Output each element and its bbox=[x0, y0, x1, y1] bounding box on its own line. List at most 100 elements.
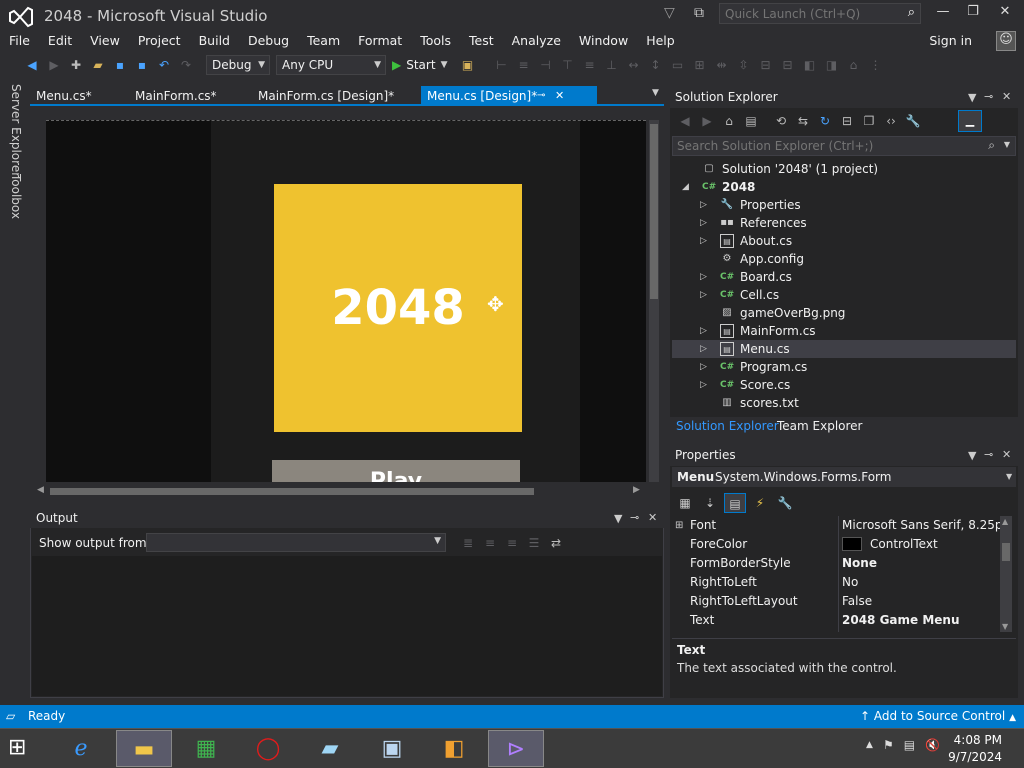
property-value[interactable]: ControlText bbox=[842, 535, 938, 554]
new-project-icon[interactable]: ✚ bbox=[66, 55, 86, 75]
properties-view-icon[interactable]: ▤ bbox=[724, 493, 746, 513]
navigate-forward-icon[interactable]: ▶ bbox=[44, 55, 64, 75]
back-icon[interactable]: ◀ bbox=[675, 111, 695, 131]
property-grid-divider[interactable] bbox=[838, 516, 839, 632]
align-to-grid-icon[interactable]: ⊞ bbox=[689, 55, 709, 75]
scroll-right-icon[interactable]: ▶ bbox=[633, 485, 640, 495]
property-grid-scroll-thumb[interactable] bbox=[1002, 543, 1010, 561]
tab-menu-design[interactable]: Menu.cs [Design]* ⊸ ✕ bbox=[421, 86, 597, 106]
tree-item[interactable]: ⚙ App.config bbox=[672, 250, 1016, 268]
preview-selected-items-icon[interactable]: ▁ bbox=[958, 110, 982, 132]
store-icon[interactable]: ▦ bbox=[178, 730, 234, 767]
collapsed-arrow-icon[interactable]: ▷ bbox=[700, 376, 707, 394]
search-icon[interactable]: ⌕ bbox=[988, 138, 995, 153]
server-explorer-tab[interactable]: Server Explorer bbox=[9, 84, 23, 177]
scroll-down-icon[interactable]: ▼ bbox=[1002, 622, 1008, 631]
make-same-height-icon[interactable]: ↕ bbox=[645, 55, 665, 75]
collapsed-arrow-icon[interactable]: ▷ bbox=[700, 214, 707, 232]
menu-window[interactable]: Window bbox=[570, 31, 637, 51]
center-horizontally-icon[interactable]: ⊟ bbox=[755, 55, 775, 75]
vertical-spacing-icon[interactable]: ⇳ bbox=[733, 55, 753, 75]
open-file-icon[interactable]: ▰ bbox=[88, 55, 108, 75]
property-value[interactable]: None bbox=[842, 554, 877, 573]
view-code-icon[interactable]: ‹› bbox=[881, 111, 901, 131]
solution-explorer-dropdown-icon[interactable]: ▼ bbox=[968, 91, 976, 104]
tree-item[interactable]: ▷ C# Program.cs bbox=[672, 358, 1016, 376]
pending-changes-filter-icon[interactable]: ⟲ bbox=[771, 111, 791, 131]
tree-item[interactable]: ▥ scores.txt bbox=[672, 394, 1016, 412]
clear-all-icon[interactable]: ☰ bbox=[524, 533, 544, 553]
find-in-files-icon[interactable]: ▣ bbox=[457, 55, 477, 75]
clock-time[interactable]: 4:08 PM bbox=[954, 733, 1002, 747]
align-rights-icon[interactable]: ⊣ bbox=[535, 55, 555, 75]
tree-item[interactable]: ▢ Solution '2048' (1 project) bbox=[672, 160, 1016, 178]
collapsed-arrow-icon[interactable]: ▷ bbox=[700, 286, 707, 304]
property-value[interactable]: Microsoft Sans Serif, 8.25pt bbox=[842, 516, 1007, 535]
tree-item[interactable]: ▷ ▤ About.cs bbox=[672, 232, 1016, 250]
property-row[interactable]: RightToLeftLayout False bbox=[672, 592, 1016, 611]
tree-item[interactable]: ▷ C# Cell.cs bbox=[672, 286, 1016, 304]
expand-icon[interactable]: ⊞ bbox=[675, 516, 683, 535]
search-icon[interactable]: ⌕ bbox=[908, 5, 915, 20]
go-next-icon[interactable]: ≡ bbox=[502, 533, 522, 553]
properties-close-icon[interactable]: ✕ bbox=[1002, 448, 1011, 461]
go-previous-icon[interactable]: ≡ bbox=[480, 533, 500, 553]
show-all-files-icon[interactable]: ❐ bbox=[859, 111, 879, 131]
refresh-icon[interactable]: ↻ bbox=[815, 111, 835, 131]
property-value[interactable]: False bbox=[842, 592, 872, 611]
tab-mainform-design[interactable]: MainForm.cs [Design]* bbox=[252, 86, 400, 106]
file-explorer-icon[interactable]: ▬ bbox=[116, 730, 172, 767]
pin-icon[interactable]: ⊸ bbox=[537, 86, 545, 106]
align-middles-icon[interactable]: ≡ bbox=[579, 55, 599, 75]
tab-team-explorer[interactable]: Team Explorer bbox=[777, 419, 863, 433]
horizontal-spacing-icon[interactable]: ⇹ bbox=[711, 55, 731, 75]
output-source-select[interactable]: ▼ bbox=[146, 533, 446, 552]
start-button[interactable]: ▶ Start ▼ bbox=[392, 58, 447, 72]
profile-icon[interactable]: ☺ bbox=[996, 31, 1016, 51]
tree-item[interactable]: ▨ gameOverBg.png bbox=[672, 304, 1016, 322]
menu-view[interactable]: View bbox=[81, 31, 129, 51]
scroll-up-icon[interactable]: ▲ bbox=[1002, 517, 1008, 526]
menu-team[interactable]: Team bbox=[298, 31, 349, 51]
menu-help[interactable]: Help bbox=[637, 31, 684, 51]
remote-desktop-icon[interactable]: ▣ bbox=[364, 730, 420, 767]
menu-project[interactable]: Project bbox=[129, 31, 190, 51]
collapsed-arrow-icon[interactable]: ▷ bbox=[700, 340, 707, 358]
quick-launch-input[interactable] bbox=[720, 4, 895, 23]
minimize-button[interactable]: — bbox=[928, 4, 958, 24]
quick-launch-box[interactable]: ⌕ bbox=[719, 3, 921, 24]
save-icon[interactable]: ▪ bbox=[110, 55, 130, 75]
expanded-arrow-icon[interactable]: ◢ bbox=[682, 178, 689, 196]
chevron-down-icon[interactable]: ▼ bbox=[1004, 140, 1010, 149]
property-pages-wrench-icon[interactable]: 🔧 bbox=[774, 493, 796, 513]
restore-button[interactable]: ❐ bbox=[958, 4, 988, 24]
menu-edit[interactable]: Edit bbox=[39, 31, 81, 51]
properties-wrench-icon[interactable]: 🔧 bbox=[903, 111, 923, 131]
sign-in-link[interactable]: Sign in bbox=[929, 33, 972, 48]
tab-mainform-cs[interactable]: MainForm.cs* bbox=[129, 86, 223, 106]
property-value[interactable]: 2048 Game Menu bbox=[842, 611, 960, 630]
bring-to-front-icon[interactable]: ◧ bbox=[799, 55, 819, 75]
alphabetical-icon[interactable]: ⇣ bbox=[699, 493, 721, 513]
play-button[interactable]: Play bbox=[272, 460, 520, 482]
output-text-area[interactable] bbox=[32, 556, 662, 696]
opera-browser-icon[interactable]: ◯ bbox=[240, 730, 296, 767]
categorized-icon[interactable]: ▦ bbox=[674, 493, 696, 513]
menu-format[interactable]: Format bbox=[349, 31, 411, 51]
office-icon[interactable]: ◧ bbox=[426, 730, 482, 767]
make-same-width-icon[interactable]: ↔ bbox=[623, 55, 643, 75]
tree-item[interactable]: ▷ C# Board.cs bbox=[672, 268, 1016, 286]
navigate-back-icon[interactable]: ◀ bbox=[22, 55, 42, 75]
solution-explorer-close-icon[interactable]: ✕ bbox=[1002, 90, 1011, 103]
tree-item[interactable]: ▷ ▤ Menu.cs bbox=[672, 340, 1016, 358]
volume-muted-icon[interactable]: 🔇 bbox=[925, 738, 940, 752]
redo-icon[interactable]: ↷ bbox=[176, 55, 196, 75]
find-message-icon[interactable]: ≣ bbox=[458, 533, 478, 553]
tree-item[interactable]: ▷ 🔧 Properties bbox=[672, 196, 1016, 214]
tab-menu-cs[interactable]: Menu.cs* bbox=[30, 86, 98, 106]
align-lefts-icon[interactable]: ⊢ bbox=[491, 55, 511, 75]
word-wrap-icon[interactable]: ⇄ bbox=[546, 533, 566, 553]
output-pin-icon[interactable]: ⊸ bbox=[630, 511, 639, 524]
collapsed-arrow-icon[interactable]: ▷ bbox=[700, 358, 707, 376]
align-bottoms-icon[interactable]: ⊥ bbox=[601, 55, 621, 75]
